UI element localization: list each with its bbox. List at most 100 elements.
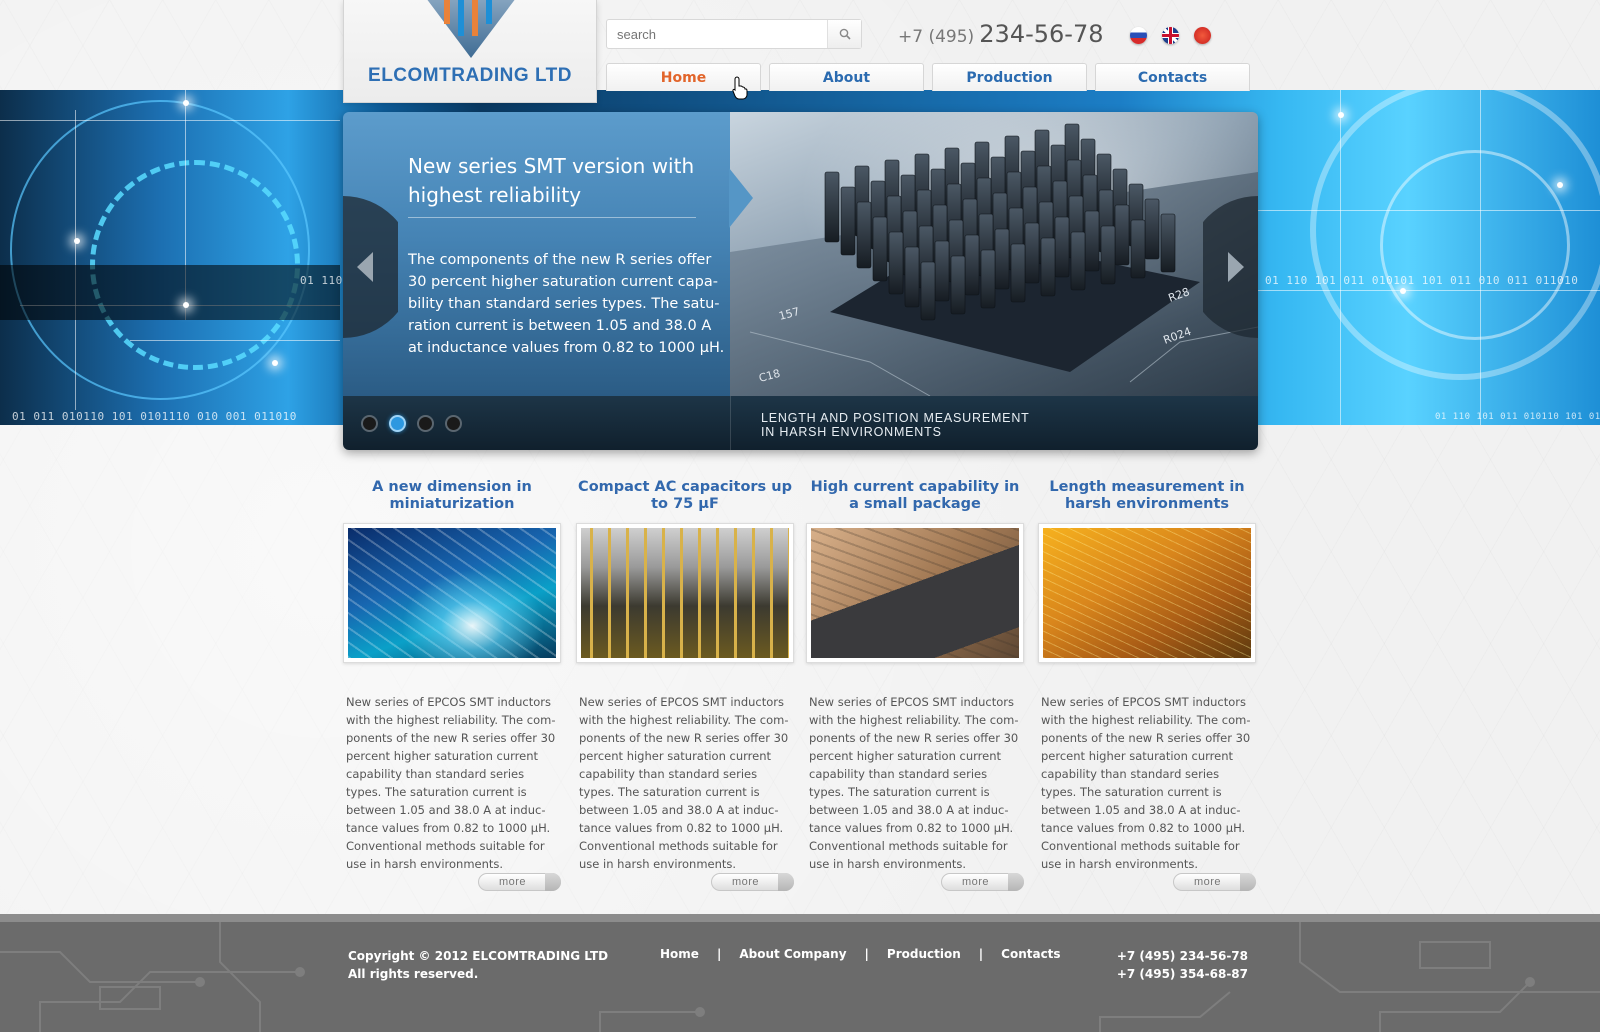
slide-pointer bbox=[729, 168, 753, 228]
search-button[interactable] bbox=[827, 20, 861, 48]
banner-light bbox=[183, 302, 189, 308]
heatsink-fin bbox=[1114, 204, 1130, 266]
feature-image[interactable] bbox=[806, 523, 1024, 663]
binary-text: 01 110 bbox=[300, 274, 343, 287]
circuit-line bbox=[0, 120, 340, 121]
slider-dot[interactable] bbox=[417, 415, 434, 432]
feature-image[interactable] bbox=[343, 523, 561, 663]
heatsink-fin bbox=[1010, 243, 1026, 303]
feature-card: A new dimension in miniaturization New s… bbox=[343, 479, 561, 891]
heatsink-fin bbox=[950, 255, 966, 315]
slider-prev-button[interactable] bbox=[343, 196, 398, 338]
feature-title[interactable]: A new dimension in miniaturization bbox=[343, 479, 561, 517]
circuit-line bbox=[1258, 290, 1600, 291]
heatsink-fin bbox=[1024, 222, 1040, 284]
heatsink-fin bbox=[888, 231, 904, 295]
footer-separator: | bbox=[864, 947, 869, 961]
more-label: more bbox=[1193, 876, 1222, 888]
circuit-line bbox=[130, 340, 340, 341]
logo[interactable]: ELCOMTRADING LTD bbox=[343, 0, 597, 103]
banner-shade bbox=[0, 265, 340, 320]
flag-cn-icon[interactable] bbox=[1194, 27, 1211, 44]
more-label: more bbox=[498, 876, 527, 888]
banner-light bbox=[1400, 288, 1406, 294]
slide-text-panel: New series SMT version with highest reli… bbox=[343, 112, 730, 396]
caption-divider bbox=[730, 396, 731, 450]
slide-caption: LENGTH AND POSITION MEASUREMENT IN HARSH… bbox=[761, 411, 1101, 439]
header-phone: +7 (495) 234-56-78 bbox=[898, 20, 1104, 48]
more-button[interactable]: more bbox=[478, 873, 561, 891]
pcb-pattern bbox=[0, 922, 1600, 1032]
slide-body: The components of the new R series offer… bbox=[408, 252, 725, 356]
footer-link-about[interactable]: About Company bbox=[739, 947, 846, 961]
heatsink-fin bbox=[1070, 231, 1086, 291]
banner-light bbox=[1338, 112, 1344, 118]
more-label: more bbox=[731, 876, 760, 888]
flag-uk-icon[interactable] bbox=[1162, 27, 1179, 44]
language-switcher bbox=[1130, 27, 1211, 44]
footer-separator: | bbox=[978, 947, 984, 961]
more-button[interactable]: more bbox=[711, 873, 794, 891]
slider-dot-active[interactable] bbox=[389, 415, 406, 432]
footer-nav: Home | About Company | Production | Cont… bbox=[660, 947, 1061, 961]
circuit-line bbox=[1258, 210, 1600, 211]
banner-light bbox=[1557, 182, 1563, 188]
banner-light bbox=[74, 238, 80, 244]
rights-text: All rights reserved. bbox=[348, 967, 479, 981]
footer: Copyright © 2012 ELCOMTRADING LTD All ri… bbox=[0, 914, 1600, 1032]
hero-slider: New series SMT version with highest reli… bbox=[343, 112, 1258, 450]
banner-light bbox=[272, 360, 278, 366]
caption-line: LENGTH AND POSITION MEASUREMENT bbox=[761, 411, 1030, 425]
search-input[interactable] bbox=[607, 20, 827, 48]
feature-title[interactable]: Length measurement in harsh environments bbox=[1038, 479, 1256, 517]
heatsink-fin bbox=[1054, 216, 1070, 278]
feature-title[interactable]: Compact AC capacitors up to 75 µF bbox=[576, 479, 794, 517]
more-button[interactable]: more bbox=[941, 873, 1024, 891]
binary-text: 01 011 010110 101 0101110 010 001 011010 bbox=[12, 410, 297, 423]
feature-title[interactable]: High current capability in a small packa… bbox=[806, 479, 1024, 517]
feature-card: High current capability in a small packa… bbox=[806, 479, 1024, 891]
banner-light bbox=[183, 100, 189, 106]
flag-ru-icon[interactable] bbox=[1130, 27, 1147, 44]
slider-dot[interactable] bbox=[445, 415, 462, 432]
footer-separator: | bbox=[716, 947, 722, 961]
slide-caption-bar: LENGTH AND POSITION MEASUREMENT IN HARSH… bbox=[343, 396, 1258, 450]
heatsink-fin bbox=[934, 240, 950, 302]
feature-image[interactable] bbox=[576, 523, 794, 663]
nav-production[interactable]: Production bbox=[932, 63, 1087, 91]
footer-link-home[interactable]: Home bbox=[660, 947, 699, 961]
more-label: more bbox=[961, 876, 990, 888]
heatsink-fin bbox=[824, 171, 840, 243]
more-button[interactable]: more bbox=[1173, 873, 1256, 891]
circuit-line bbox=[75, 110, 76, 410]
slide-divider bbox=[408, 217, 696, 218]
feature-image[interactable] bbox=[1038, 523, 1256, 663]
search-icon bbox=[839, 28, 851, 40]
feature-text: New series of EPCOS SMT inductors with t… bbox=[579, 695, 789, 871]
search-box bbox=[606, 19, 862, 49]
heatsink-fin bbox=[980, 249, 996, 309]
footer-phone: +7 (495) 354-68-87 bbox=[1116, 967, 1248, 981]
copyright-text: Copyright © 2012 ELCOMTRADING LTD bbox=[348, 949, 609, 963]
feature-text: New series of EPCOS SMT inductors with t… bbox=[1041, 695, 1251, 871]
circuit-line bbox=[1340, 90, 1341, 425]
slider-next-button[interactable] bbox=[1203, 196, 1258, 338]
heatsink-fin bbox=[920, 261, 936, 321]
feature-card: Compact AC capacitors up to 75 µF New se… bbox=[576, 479, 794, 891]
heatsink-fin bbox=[840, 186, 856, 256]
heatsink-fin bbox=[856, 201, 872, 269]
heatsink-fin bbox=[1040, 237, 1056, 297]
hand-cursor-icon bbox=[732, 76, 748, 100]
slider-pager bbox=[361, 415, 462, 432]
footer-copyright: Copyright © 2012 ELCOMTRADING LTD All ri… bbox=[348, 947, 608, 983]
footer-phones: +7 (495) 234-56-78 +7 (495) 354-68-87 bbox=[1090, 947, 1248, 983]
slider-dot[interactable] bbox=[361, 415, 378, 432]
nav-about[interactable]: About bbox=[769, 63, 924, 91]
binary-text: 01 110 101 011 010110 101 0101110 bbox=[1435, 412, 1600, 422]
brand-name: ELCOMTRADING LTD bbox=[368, 65, 572, 86]
heatsink-fin bbox=[1084, 210, 1100, 272]
footer-link-production[interactable]: Production bbox=[887, 947, 961, 961]
heatsink-fin bbox=[964, 234, 980, 296]
nav-contacts[interactable]: Contacts bbox=[1095, 63, 1250, 91]
footer-link-contacts[interactable]: Contacts bbox=[1001, 947, 1060, 961]
